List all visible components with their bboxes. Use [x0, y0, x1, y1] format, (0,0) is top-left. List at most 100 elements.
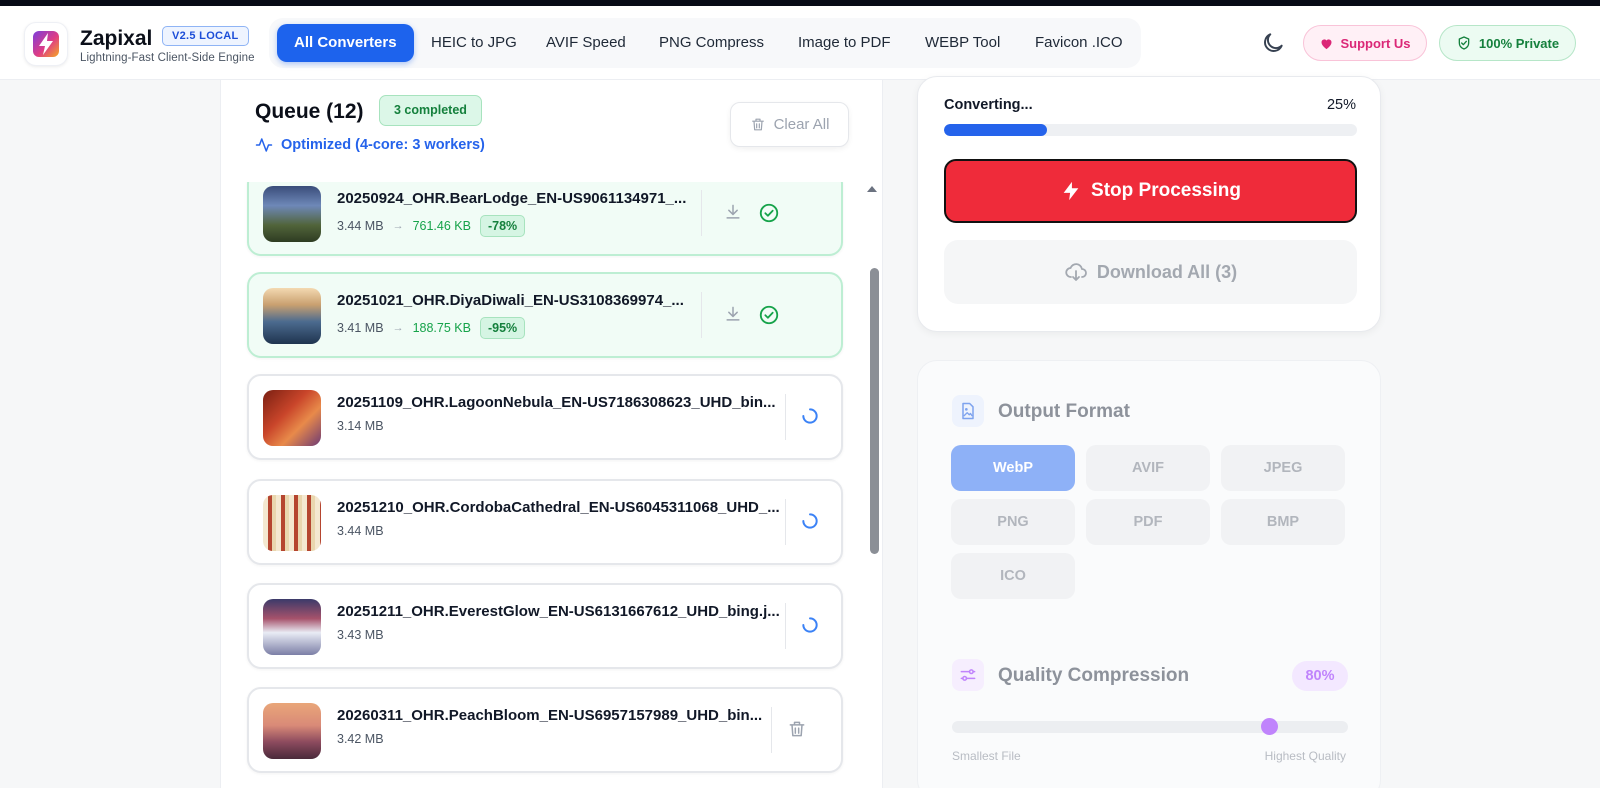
queue-list[interactable]: 20250924_OHR.BearLodge_EN-US9061134971_.…: [221, 182, 866, 788]
nav-png-compress[interactable]: PNG Compress: [659, 24, 764, 62]
item-divider: [785, 603, 786, 649]
sliders-icon: [952, 659, 984, 691]
queue-item[interactable]: 20250924_OHR.BearLodge_EN-US9061134971_.…: [247, 182, 843, 256]
thumbnail-image: [263, 495, 321, 551]
download-icon[interactable]: [723, 202, 745, 224]
nav-webp-tool[interactable]: WEBP Tool: [925, 24, 1000, 62]
format-option-ico[interactable]: ICO: [951, 553, 1075, 599]
item-divider: [701, 190, 702, 236]
nav-all-converters[interactable]: All Converters: [277, 24, 414, 62]
trash-icon[interactable]: [787, 719, 809, 741]
stop-processing-label: Stop Processing: [1091, 180, 1241, 201]
nav-avif-speed[interactable]: AVIF Speed: [546, 24, 626, 62]
support-us-button[interactable]: Support Us: [1303, 25, 1427, 61]
control-column: Converting... 25% Stop Processing Downlo…: [883, 76, 1600, 788]
file-name: 20251021_OHR.DiyaDiwali_EN-US3108369974_…: [337, 292, 684, 309]
thumbnail-image: [263, 599, 321, 655]
format-option-png[interactable]: PNG: [951, 499, 1075, 545]
converted-size: 188.75 KB: [412, 321, 471, 335]
private-label: 100% Private: [1478, 35, 1560, 51]
nav-heic-to-jpg[interactable]: HEIC to JPG: [431, 24, 517, 62]
app-header: Zapixal V2.5 LOCAL Lightning-Fast Client…: [0, 6, 1600, 80]
file-size-row: 3.14 MB: [337, 419, 384, 433]
clear-all-label: Clear All: [773, 116, 830, 133]
reduction-badge: -78%: [479, 215, 526, 237]
item-divider: [771, 707, 772, 753]
activity-icon: [255, 138, 273, 152]
file-name: 20251210_OHR.CordobaCathedral_EN-US60453…: [337, 499, 780, 516]
download-icon[interactable]: [723, 304, 745, 326]
thumbnail-image: [263, 186, 321, 242]
conversion-card: Converting... 25% Stop Processing Downlo…: [917, 76, 1381, 332]
queue-item[interactable]: 20251021_OHR.DiyaDiwali_EN-US3108369974_…: [247, 272, 843, 358]
file-size-row: 3.42 MB: [337, 732, 384, 746]
loading-spinner-icon: [800, 406, 822, 428]
quality-slider-handle[interactable]: [1260, 718, 1278, 735]
heart-icon: [1321, 38, 1332, 49]
queue-title: Queue (12): [255, 100, 364, 123]
file-name: 20260311_OHR.PeachBloom_EN-US6957157989_…: [337, 707, 763, 724]
file-size-row: 3.44 MB → 761.46 KB -78%: [337, 215, 526, 237]
nav-image-to-pdf[interactable]: Image to PDF: [798, 24, 891, 62]
converting-label: Converting...: [944, 97, 1033, 113]
scroll-up-arrow[interactable]: [867, 186, 877, 192]
progress-bar-fill: [944, 124, 1048, 136]
format-option-avif[interactable]: AVIF: [1086, 445, 1210, 491]
lightning-logo-icon: [33, 31, 59, 57]
private-badge-button[interactable]: 100% Private: [1439, 25, 1576, 61]
queue-item[interactable]: 20260311_OHR.PeachBloom_EN-US6957157989_…: [247, 687, 843, 773]
loading-spinner-icon: [800, 615, 822, 637]
arrow-right-icon: →: [392, 220, 404, 232]
format-option-bmp[interactable]: BMP: [1221, 499, 1345, 545]
moon-icon: [1264, 33, 1283, 52]
completed-badge: 3 completed: [379, 95, 482, 126]
support-us-label: Support Us: [1340, 35, 1411, 51]
converter-nav: All Converters HEIC to JPG AVIF Speed PN…: [269, 18, 1141, 68]
app-name: Zapixal: [80, 27, 153, 50]
thumbnail-image: [263, 703, 321, 759]
format-option-pdf[interactable]: PDF: [1086, 499, 1210, 545]
arrow-right-icon: →: [392, 322, 404, 334]
queue-item[interactable]: 20251109_OHR.LagoonNebula_EN-US718630862…: [247, 374, 843, 460]
clear-all-button[interactable]: Clear All: [730, 102, 849, 147]
app-logo[interactable]: [24, 22, 68, 66]
item-divider: [701, 292, 702, 338]
quality-compression-title: Quality Compression: [998, 665, 1190, 686]
check-circle-icon: [758, 304, 780, 326]
shield-check-icon: [1458, 36, 1470, 50]
queue-item[interactable]: 20251211_OHR.EverestGlow_EN-US6131667612…: [247, 583, 843, 669]
loading-spinner-icon: [800, 511, 822, 533]
stop-processing-button[interactable]: Stop Processing: [944, 159, 1357, 223]
format-option-webp[interactable]: WebP: [951, 445, 1075, 491]
optimized-status: Optimized (4-core: 3 workers): [255, 136, 485, 154]
file-name: 20251211_OHR.EverestGlow_EN-US6131667612…: [337, 603, 780, 620]
check-circle-icon: [758, 202, 780, 224]
download-all-button[interactable]: Download All (3): [944, 240, 1357, 304]
thumbnail-image: [263, 390, 321, 446]
queue-panel: Queue (12) 3 completed Optimized (4-core…: [220, 80, 883, 788]
image-file-icon: [952, 395, 984, 427]
file-size-row: 3.43 MB: [337, 628, 384, 642]
queue-item[interactable]: 20251210_OHR.CordobaCathedral_EN-US60453…: [247, 479, 843, 565]
original-size: 3.41 MB: [337, 321, 384, 335]
smallest-file-label: Smallest File: [952, 749, 1021, 763]
original-size: 3.43 MB: [337, 628, 384, 642]
app-tagline: Lightning-Fast Client-Side Engine: [80, 52, 255, 64]
thumbnail-image: [263, 288, 321, 344]
converted-size: 761.46 KB: [412, 219, 471, 233]
lightning-icon: [1063, 181, 1079, 201]
queue-scrollbar[interactable]: [870, 268, 879, 554]
file-size-row: 3.44 MB: [337, 524, 384, 538]
quality-value-badge: 80%: [1292, 661, 1348, 691]
item-divider: [785, 499, 786, 545]
trash-icon: [751, 118, 764, 131]
download-all-label: Download All (3): [1096, 261, 1238, 282]
format-option-jpeg[interactable]: JPEG: [1221, 445, 1345, 491]
progress-bar: [944, 124, 1357, 136]
nav-favicon-ico[interactable]: Favicon .ICO: [1035, 24, 1123, 62]
settings-card: Output Format WebP AVIF JPEG PNG PDF BMP…: [917, 360, 1381, 788]
output-format-title: Output Format: [998, 401, 1130, 422]
original-size: 3.44 MB: [337, 219, 384, 233]
theme-toggle-button[interactable]: [1260, 30, 1286, 56]
quality-slider[interactable]: [952, 718, 1348, 735]
